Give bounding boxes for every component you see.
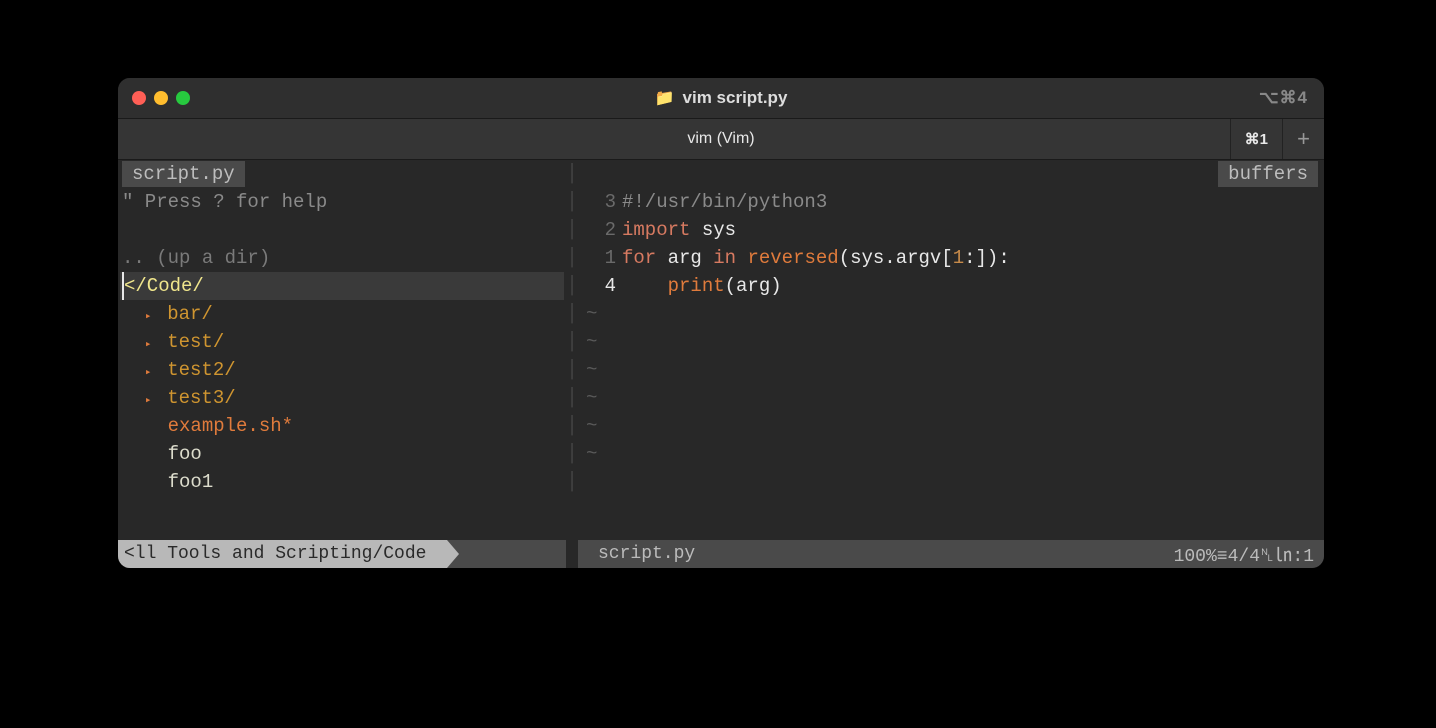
tree-item[interactable]: ▸ test2/ <box>120 356 564 384</box>
line-number: 4 <box>580 272 622 300</box>
code-line[interactable]: 1for arg in reversed(sys.argv[1:]): <box>580 244 1322 272</box>
chevron-right-icon: ▸ <box>145 359 156 387</box>
tab-label[interactable]: vim (Vim) <box>687 130 754 148</box>
code-text: print(arg) <box>622 272 1322 300</box>
code-line[interactable]: 2import sys <box>580 216 1322 244</box>
status-position: 100%≡4/4␤㏑:1 <box>1174 541 1324 567</box>
statusbar: <ll Tools and Scripting/Code script.py 1… <box>118 540 1324 568</box>
vertical-divider: ││││││││││││ <box>566 160 578 540</box>
left-pane-header: script.py <box>118 160 566 188</box>
left-tab-label[interactable]: script.py <box>122 161 245 187</box>
tree-item[interactable]: ▸ bar/ <box>120 300 564 328</box>
code-body[interactable]: 3#!/usr/bin/python32import sys1for arg i… <box>578 188 1324 540</box>
chevron-right-icon: ▸ <box>145 303 156 331</box>
traffic-lights <box>132 91 190 105</box>
window-title: 📁 vim script.py <box>655 88 788 108</box>
empty-line-tilde: ~ <box>580 440 1322 468</box>
code-text: #!/usr/bin/python3 <box>622 188 1322 216</box>
code-line[interactable]: 3#!/usr/bin/python3 <box>580 188 1322 216</box>
tabbar-right: ⌘1 + <box>1230 119 1324 159</box>
empty-line-tilde: ~ <box>580 412 1322 440</box>
window-minimize-button[interactable] <box>154 91 168 105</box>
empty-line-tilde: ~ <box>580 328 1322 356</box>
tree-item[interactable]: foo <box>120 440 564 468</box>
code-pane[interactable]: buffers 3#!/usr/bin/python32import sys1f… <box>578 160 1324 540</box>
blank-line <box>120 216 564 244</box>
window-close-button[interactable] <box>132 91 146 105</box>
nerdtree-body[interactable]: " Press ? for help .. (up a dir) </Code/… <box>118 188 566 540</box>
code-text: for arg in reversed(sys.argv[1:]): <box>622 244 1322 272</box>
terminal-window: 📁 vim script.py ⌥⌘4 vim (Vim) ⌘1 + scrip… <box>118 78 1324 568</box>
titlebar: 📁 vim script.py ⌥⌘4 <box>118 78 1324 119</box>
tree-item[interactable]: ▸ test/ <box>120 328 564 356</box>
up-dir[interactable]: .. (up a dir) <box>120 244 564 272</box>
status-right-pane: script.py 100%≡4/4␤㏑:1 <box>578 540 1324 568</box>
scrollbar[interactable] <box>1310 264 1322 568</box>
line-number: 2 <box>580 216 622 244</box>
empty-line-tilde: ~ <box>580 384 1322 412</box>
chevron-right-icon: ▸ <box>145 331 156 359</box>
nerdtree-pane[interactable]: script.py " Press ? for help .. (up a di… <box>118 160 566 540</box>
window-maximize-button[interactable] <box>176 91 190 105</box>
line-number: 1 <box>580 244 622 272</box>
right-pane-header: buffers <box>578 160 1324 188</box>
tree-item[interactable]: example.sh* <box>120 412 564 440</box>
tree-item[interactable]: foo1 <box>120 468 564 496</box>
window-hotkey-indicator: ⌥⌘4 <box>1259 88 1308 108</box>
code-line[interactable]: 4 print(arg) <box>580 272 1322 300</box>
editor-main: script.py " Press ? for help .. (up a di… <box>118 160 1324 540</box>
tab-hotkey: ⌘1 <box>1230 119 1282 159</box>
line-number: 3 <box>580 188 622 216</box>
right-tab-label[interactable]: buffers <box>1218 161 1318 187</box>
help-hint: " Press ? for help <box>120 188 564 216</box>
empty-line-tilde: ~ <box>580 356 1322 384</box>
code-text: import sys <box>622 216 1322 244</box>
tabbar: vim (Vim) ⌘1 + <box>118 119 1324 160</box>
status-filename: script.py <box>578 544 1174 564</box>
status-left-pane: <ll Tools and Scripting/Code <box>118 540 566 568</box>
window-title-text: vim script.py <box>683 88 788 108</box>
folder-icon: 📁 <box>655 88 675 108</box>
tree-item[interactable]: ▸ test3/ <box>120 384 564 412</box>
current-dir[interactable]: </Code/ <box>120 272 564 300</box>
chevron-right-icon: ▸ <box>145 387 156 415</box>
status-path: <ll Tools and Scripting/Code <box>118 540 447 568</box>
new-tab-button[interactable]: + <box>1282 119 1324 159</box>
empty-line-tilde: ~ <box>580 300 1322 328</box>
